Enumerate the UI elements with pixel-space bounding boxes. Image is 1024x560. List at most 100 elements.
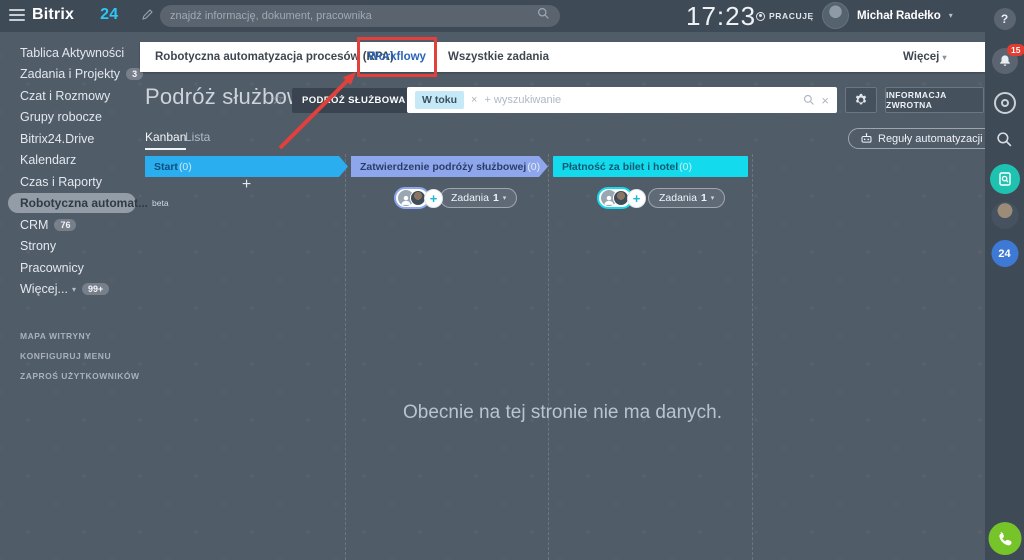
empty-state-message: Obecnie na tej stronie nie ma danych. bbox=[140, 402, 985, 424]
process-selector-label: PODRÓŻ SŁUŻBOWA bbox=[302, 95, 406, 106]
sidebar-item-label: Więcej... bbox=[20, 282, 68, 296]
kanban-column-header-payment[interactable]: Płatność za bilet i hotel(0) bbox=[553, 156, 748, 177]
sidebar-item-time-reports[interactable]: Czas i Raporty bbox=[0, 171, 140, 193]
feedback-button[interactable]: INFORMACJA ZWROTNA bbox=[885, 87, 984, 113]
assignee-group: + bbox=[394, 187, 443, 209]
sidebar-item-label: Robotyczna automat... bbox=[20, 196, 148, 210]
automation-rules-label: Reguły automatyzacji bbox=[878, 133, 983, 145]
filter-chip[interactable]: W toku bbox=[415, 91, 464, 109]
work-status-toggle[interactable]: PRACUJĘ bbox=[756, 11, 814, 21]
tab-all-tasks[interactable]: Wszystkie zadania bbox=[448, 42, 549, 72]
search-icon[interactable] bbox=[803, 94, 815, 106]
sidebar-item-rpa-active[interactable]: Robotyczna automat... beta bbox=[0, 193, 140, 215]
call-button[interactable] bbox=[988, 522, 1021, 555]
global-search-input[interactable] bbox=[170, 10, 537, 22]
bell-icon bbox=[998, 54, 1012, 68]
sidebar-item-workgroups[interactable]: Grupy robocze bbox=[0, 107, 140, 129]
column-name: Zatwierdzenie podróży służbowej bbox=[360, 161, 526, 173]
gear-icon bbox=[854, 93, 868, 107]
kanban-column-header-approval[interactable]: Zatwierdzenie podróży służbowej(0) bbox=[351, 156, 548, 177]
counter-badge: 76 bbox=[54, 219, 76, 231]
kanban-column-header-start[interactable]: Start(0) bbox=[145, 156, 348, 177]
invite-users-link[interactable]: ZAPROŚ UŻYTKOWNIKÓW bbox=[0, 366, 140, 386]
add-assignee-button[interactable]: + bbox=[627, 189, 646, 208]
column-name: Płatność za bilet i hotel bbox=[562, 161, 678, 173]
configure-menu-link[interactable]: KONFIGURUJ MENU bbox=[0, 346, 140, 366]
sidebar-item-label: CRM bbox=[20, 218, 48, 232]
column-count: (0) bbox=[179, 161, 192, 173]
search-documents-button[interactable] bbox=[990, 164, 1020, 194]
favorite-star-icon[interactable]: ☆ bbox=[271, 90, 284, 108]
help-icon: ? bbox=[1001, 12, 1008, 26]
tasks-counter-pill[interactable]: Zadania 1 ▾ bbox=[648, 188, 725, 208]
tab-workflows[interactable]: Workflowy bbox=[368, 42, 426, 72]
tab-more[interactable]: Więcej ▾ bbox=[903, 42, 947, 72]
sidebar-item-calendar[interactable]: Kalendarz bbox=[0, 150, 140, 172]
tasks-count: 1 bbox=[493, 192, 499, 204]
filter-search-input[interactable] bbox=[484, 94, 797, 106]
sidebar-item-drive[interactable]: Bitrix24.Drive bbox=[0, 128, 140, 150]
chevron-down-icon: ▾ bbox=[711, 194, 715, 202]
assignee-group: + bbox=[597, 187, 646, 209]
clock[interactable]: 17:23 bbox=[686, 1, 756, 32]
add-assignee-button[interactable]: + bbox=[424, 189, 443, 208]
user-menu[interactable]: Michał Radełko ▾ bbox=[822, 2, 953, 29]
column-separator bbox=[548, 154, 549, 560]
view-tab-kanban[interactable]: Kanban bbox=[145, 130, 186, 150]
rail-user-avatar[interactable] bbox=[991, 202, 1018, 229]
hamburger-menu-icon[interactable] bbox=[9, 9, 25, 21]
counter-badge: 99+ bbox=[82, 283, 109, 295]
global-search bbox=[160, 5, 560, 27]
sidebar-item-label: Kalendarz bbox=[20, 153, 76, 167]
sidebar-item-label: Bitrix24.Drive bbox=[20, 132, 94, 146]
document-search-icon bbox=[997, 171, 1013, 187]
chevron-down-icon: ▾ bbox=[72, 285, 76, 294]
bitrix24-badge[interactable]: 24 bbox=[991, 240, 1018, 267]
chip-close-icon[interactable]: × bbox=[471, 94, 477, 106]
b24-label: 24 bbox=[998, 248, 1010, 260]
sidebar-item-activity-stream[interactable]: Tablica Aktywności bbox=[0, 42, 140, 64]
sidebar-item-label: Pracownicy bbox=[20, 261, 84, 275]
column-count: (0) bbox=[679, 161, 692, 173]
filter-search-bar: W toku × × bbox=[407, 87, 837, 113]
view-tab-list[interactable]: Lista bbox=[185, 130, 210, 144]
app-logo[interactable]: Bitrix24 bbox=[32, 6, 118, 24]
beta-tag: beta bbox=[152, 198, 169, 208]
sidebar-item-more[interactable]: Więcej... ▾ 99+ bbox=[0, 279, 140, 301]
support-button[interactable] bbox=[994, 92, 1016, 114]
status-label: PRACUJĘ bbox=[769, 11, 814, 21]
edit-pencil-icon[interactable] bbox=[141, 8, 154, 26]
search-icon[interactable] bbox=[537, 7, 550, 25]
logo-24: 24 bbox=[100, 6, 118, 23]
user-name: Michał Radełko bbox=[857, 10, 941, 22]
sidebar-item-label: Strony bbox=[20, 239, 56, 253]
status-dot-icon bbox=[756, 12, 765, 21]
chevron-down-icon: ▾ bbox=[503, 194, 507, 202]
help-button[interactable]: ? bbox=[994, 8, 1016, 30]
user-avatar bbox=[822, 2, 849, 29]
tab-rpa[interactable]: Robotyczna automatyzacja procesów (RPA) bbox=[155, 42, 394, 72]
active-item-pill: Robotyczna automat... beta bbox=[8, 193, 136, 213]
right-rail: ? 15 24 bbox=[985, 0, 1024, 560]
sidebar-item-sites[interactable]: Strony bbox=[0, 236, 140, 258]
sidebar-item-label: Czat i Rozmowy bbox=[20, 89, 110, 103]
chevron-down-icon: ▾ bbox=[943, 53, 947, 62]
settings-button[interactable] bbox=[845, 87, 877, 113]
tab-more-label: Więcej bbox=[903, 51, 939, 63]
robot-icon bbox=[860, 132, 873, 145]
clear-filter-icon[interactable]: × bbox=[821, 93, 829, 108]
automation-rules-button[interactable]: Reguły automatyzacji bbox=[848, 128, 995, 149]
sitemap-link[interactable]: MAPA WITRYNY bbox=[0, 326, 140, 346]
tasks-label: Zadania bbox=[451, 192, 489, 204]
add-item-button[interactable]: + bbox=[145, 176, 348, 194]
notifications-button[interactable]: 15 bbox=[992, 48, 1018, 74]
support-icon bbox=[1001, 99, 1009, 107]
column-name: Start bbox=[154, 161, 178, 173]
sidebar-item-employees[interactable]: Pracownicy bbox=[0, 257, 140, 279]
notification-badge: 15 bbox=[1007, 44, 1024, 56]
sidebar-item-crm[interactable]: CRM 76 bbox=[0, 214, 140, 236]
sidebar-item-chat[interactable]: Czat i Rozmowy bbox=[0, 85, 140, 107]
sidebar-item-tasks-projects[interactable]: Zadania i Projekty3 bbox=[0, 64, 140, 86]
tasks-counter-pill[interactable]: Zadania 1 ▾ bbox=[440, 188, 517, 208]
rail-search-button[interactable] bbox=[994, 128, 1016, 150]
